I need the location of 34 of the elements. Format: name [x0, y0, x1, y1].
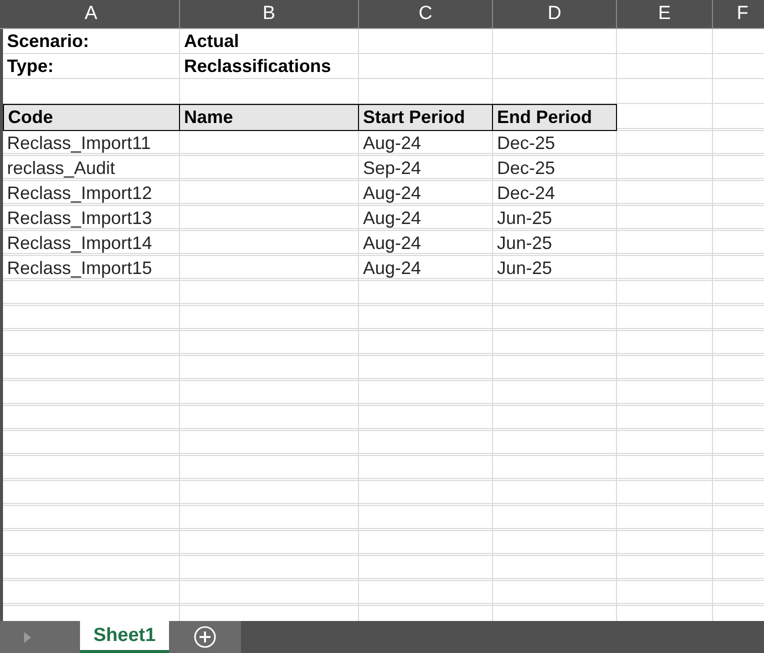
- column-heading: End Period: [493, 104, 617, 131]
- cell: Reclassifications: [180, 54, 359, 79]
- cell: Scenario:: [3, 29, 180, 54]
- column-heading: Name: [180, 104, 359, 131]
- cell: Jun-25: [493, 206, 617, 231]
- column-header[interactable]: F: [713, 0, 764, 28]
- cell: Aug-24: [359, 231, 493, 256]
- sheet-tab[interactable]: Sheet1: [80, 621, 169, 653]
- cell: Jun-25: [493, 231, 617, 256]
- cell: Aug-24: [359, 131, 493, 156]
- column-header[interactable]: A: [3, 0, 180, 28]
- cell: Reclass_Import14: [3, 231, 180, 256]
- cell: Reclass_Import15: [3, 256, 180, 281]
- column-header[interactable]: C: [359, 0, 493, 28]
- column-header[interactable]: D: [493, 0, 617, 28]
- column-heading: Code: [3, 104, 180, 131]
- column-header[interactable]: B: [180, 0, 359, 28]
- cell: reclass_Audit: [3, 156, 180, 181]
- cell: Dec-25: [493, 156, 617, 181]
- column-header[interactable]: E: [617, 0, 713, 28]
- cell: Type:: [3, 54, 180, 79]
- cell: Sep-24: [359, 156, 493, 181]
- cell: Reclass_Import13: [3, 206, 180, 231]
- cell: Dec-24: [493, 181, 617, 206]
- add-sheet-icon[interactable]: [194, 626, 216, 648]
- cell: Aug-24: [359, 206, 493, 231]
- column-heading: Start Period: [359, 104, 493, 131]
- cell: Jun-25: [493, 256, 617, 281]
- cell: Dec-25: [493, 131, 617, 156]
- cell: Aug-24: [359, 181, 493, 206]
- cell: Actual: [180, 29, 359, 54]
- cell: Reclass_Import11: [3, 131, 180, 156]
- cell: Reclass_Import12: [3, 181, 180, 206]
- cell: Aug-24: [359, 256, 493, 281]
